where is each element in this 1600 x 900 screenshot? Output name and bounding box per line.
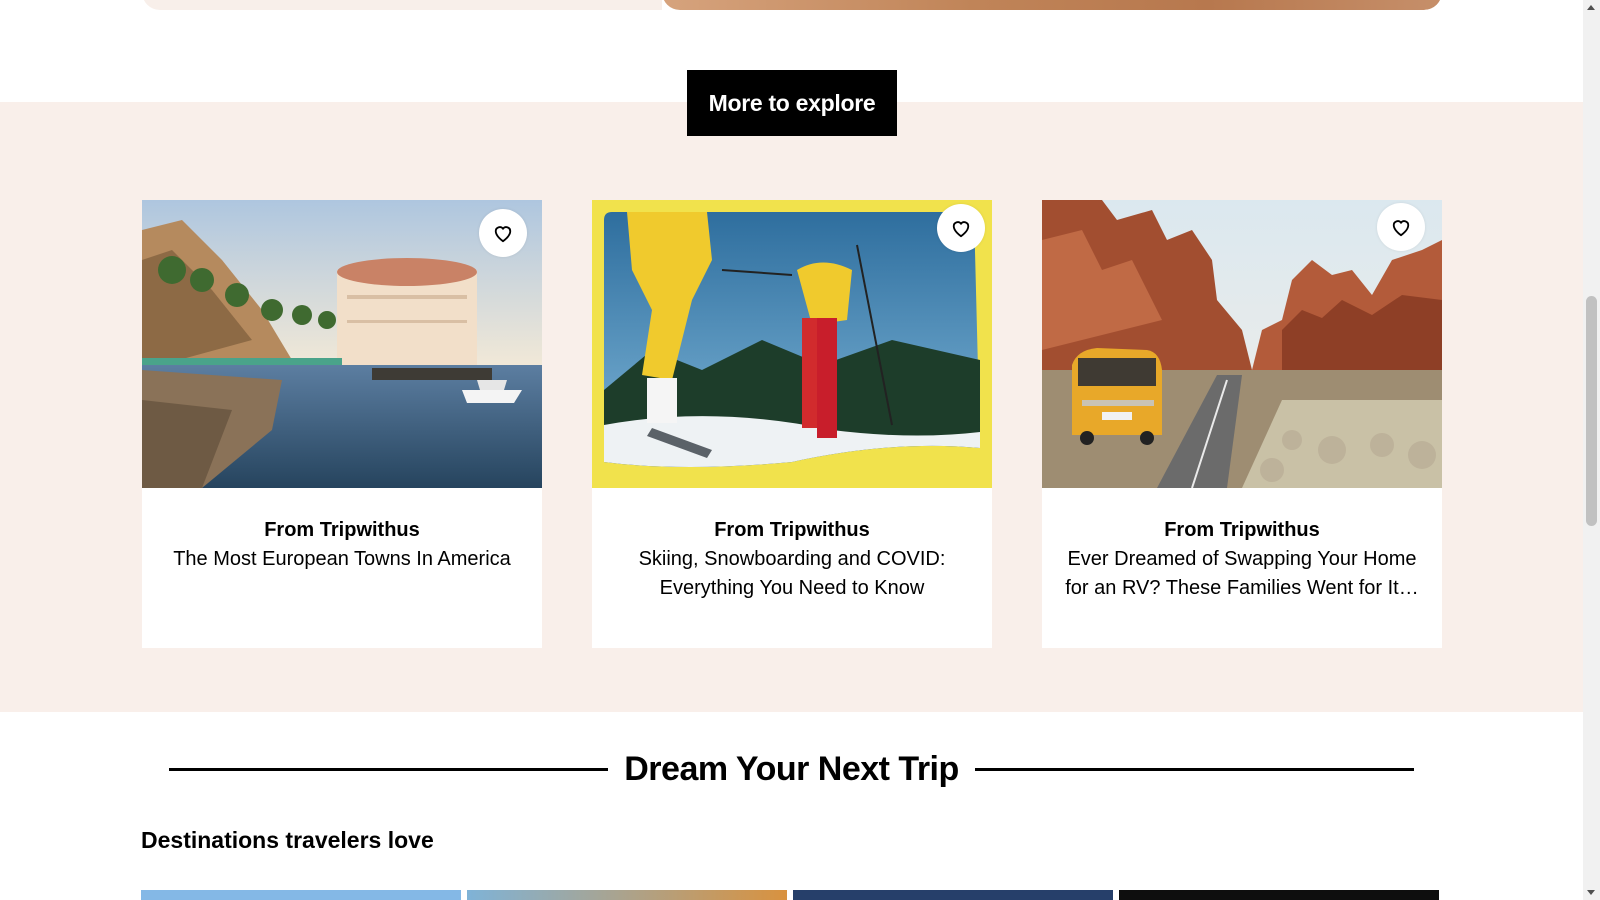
card-title[interactable]: Ever Dreamed of Swapping Your Home for a… — [1056, 545, 1428, 603]
card-source: From Tripwithus — [264, 519, 420, 541]
scrollbar-thumb[interactable] — [1586, 296, 1597, 526]
heart-outline-icon — [494, 226, 512, 243]
heart-outline-icon — [952, 221, 970, 238]
dream-section-title: Dream Your Next Trip — [624, 749, 959, 788]
article-card[interactable]: From Tripwithus The Most European Towns … — [142, 200, 542, 648]
save-heart-button[interactable] — [937, 204, 985, 252]
card-image-skiers[interactable] — [592, 200, 992, 488]
destination-thumb[interactable] — [467, 890, 787, 900]
destinations-carousel — [141, 890, 1441, 900]
save-heart-button[interactable] — [1377, 203, 1425, 251]
article-card[interactable]: From Tripwithus Skiing, Snowboarding and… — [592, 200, 992, 648]
page-scrollbar[interactable] — [1583, 0, 1600, 900]
divider-line-right — [974, 767, 1415, 771]
article-card[interactable]: From Tripwithus Ever Dreamed of Swapping… — [1042, 200, 1442, 648]
card-image-rv-road[interactable] — [1042, 200, 1442, 488]
heart-outline-icon — [1392, 220, 1410, 237]
destination-thumb[interactable] — [1119, 890, 1439, 900]
card-source: From Tripwithus — [714, 519, 870, 541]
scroll-up-arrow-icon[interactable] — [1587, 5, 1595, 10]
card-title[interactable]: Skiing, Snowboarding and COVID: Everythi… — [606, 545, 978, 603]
destination-thumb[interactable] — [793, 890, 1113, 900]
scroll-down-arrow-icon[interactable] — [1587, 890, 1595, 895]
divider-line-left — [169, 767, 609, 771]
card-title[interactable]: The Most European Towns In America — [156, 545, 528, 574]
save-heart-button[interactable] — [479, 209, 527, 257]
more-to-explore-tag: More to explore — [687, 70, 897, 136]
destinations-heading: Destinations travelers love — [141, 827, 434, 853]
destination-thumb[interactable] — [141, 890, 461, 900]
previous-banner-edge — [142, 0, 1442, 10]
dream-section-header: Dream Your Next Trip — [169, 746, 1415, 792]
card-source: From Tripwithus — [1164, 519, 1320, 541]
